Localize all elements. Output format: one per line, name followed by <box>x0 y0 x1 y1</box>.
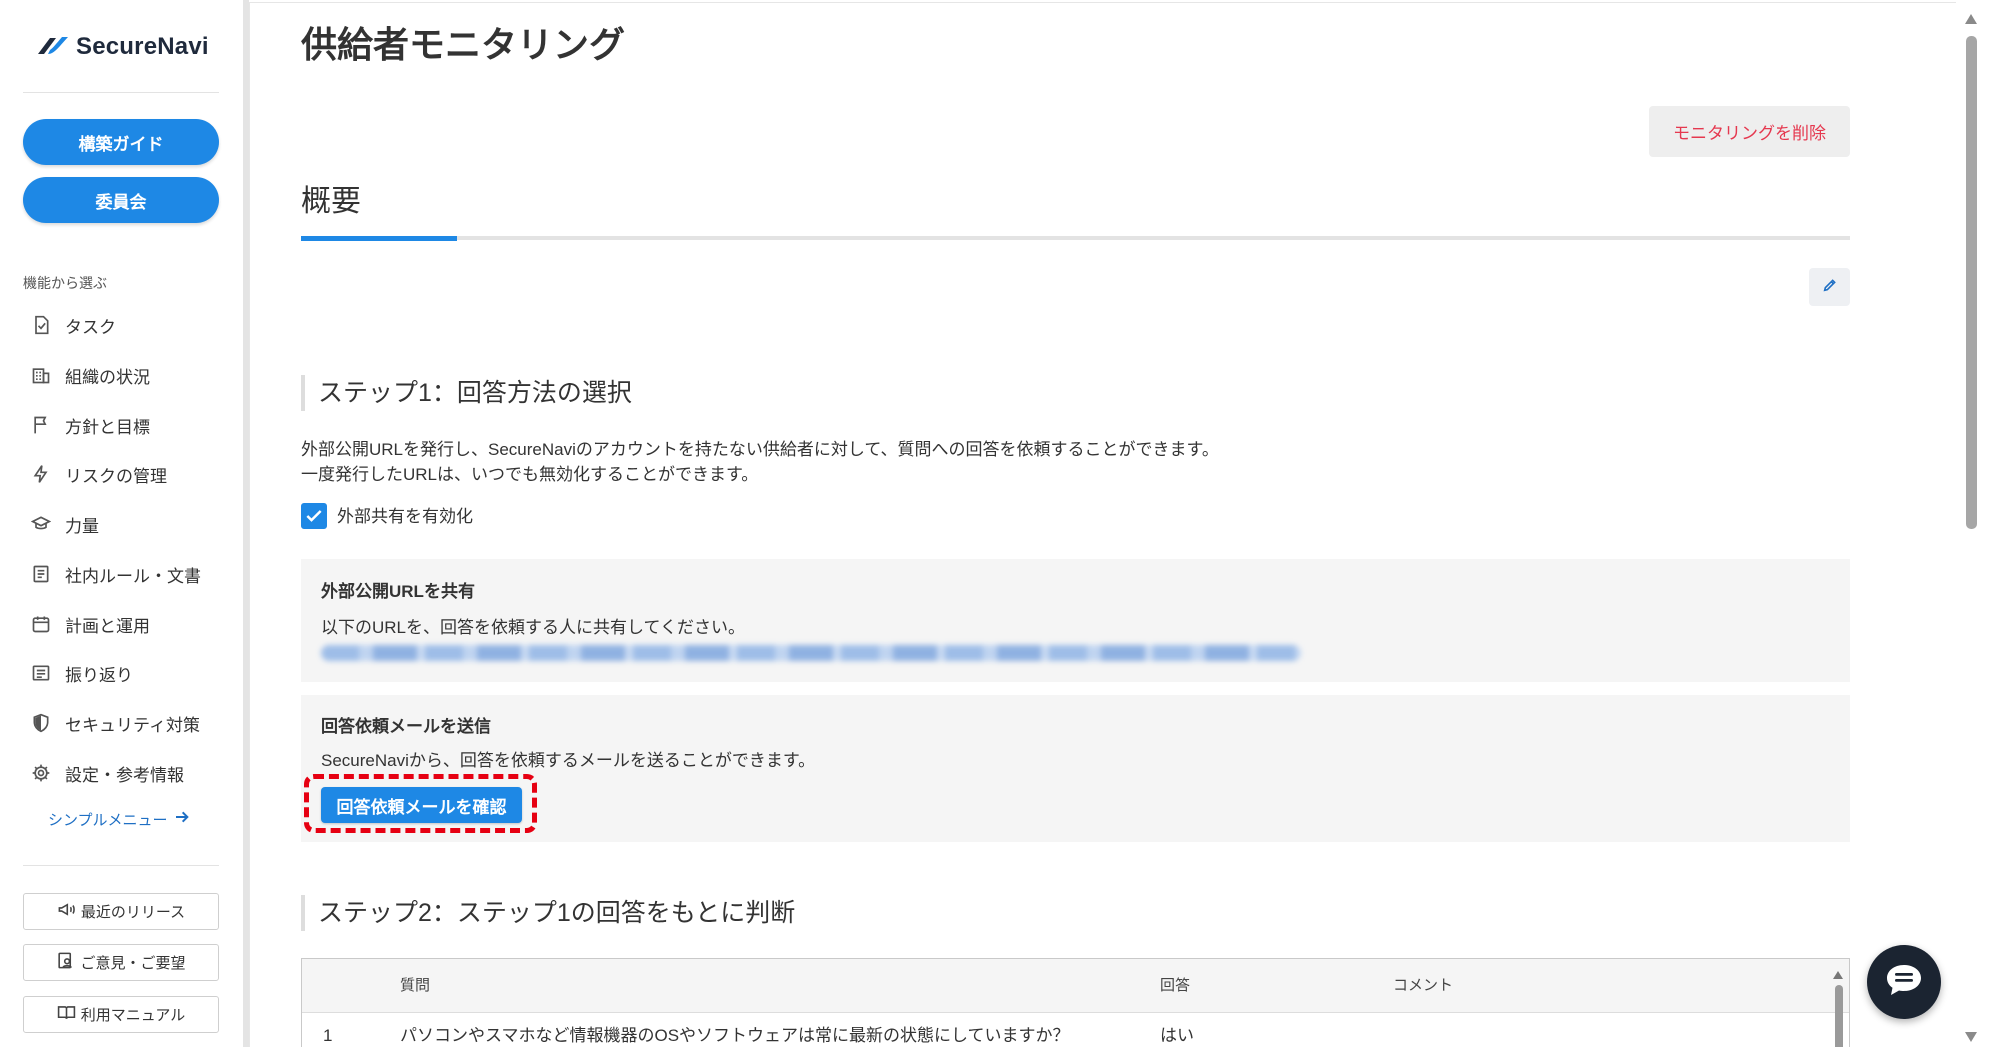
edit-button[interactable] <box>1809 268 1850 306</box>
request-email-title: 回答依頼メールを送信 <box>321 717 491 736</box>
setup-guide-button[interactable]: 構築ガイド <box>23 119 219 165</box>
chat-button[interactable] <box>1867 945 1941 1019</box>
table-scrollbar-thumb[interactable] <box>1835 985 1843 1047</box>
page-scroll-up-icon[interactable] <box>1964 12 1978 24</box>
share-url-box: 外部公開URLを共有 以下のURLを、回答を依頼する人に共有してください。 <box>301 559 1850 682</box>
sidebar-item-label: 社内ルール・文書 <box>65 566 201 586</box>
simple-menu-link[interactable]: シンプルメニュー <box>48 809 190 829</box>
logo-text: SecureNavi <box>76 33 209 60</box>
sidebar: SecureNavi 構築ガイド 委員会 機能から選ぶ タスク 組織の状況 方針… <box>0 0 243 1047</box>
sidebar-item-competence[interactable]: 力量 <box>23 504 219 544</box>
megaphone-icon <box>57 900 81 923</box>
recent-releases-button[interactable]: 最近のリリース <box>23 893 219 930</box>
building-icon <box>31 365 51 385</box>
gear-icon <box>31 763 51 783</box>
graduation-cap-icon <box>31 514 51 534</box>
sidebar-item-rules[interactable]: 社内ルール・文書 <box>23 554 219 594</box>
section-label: 機能から選ぶ <box>23 275 107 291</box>
user-manual-button[interactable]: 利用マニュアル <box>23 996 219 1033</box>
securenavi-logo-icon <box>36 34 70 61</box>
committee-button[interactable]: 委員会 <box>23 177 219 223</box>
sidebar-item-label: 方針と目標 <box>65 417 150 437</box>
column-header-question: 質問 <box>400 977 431 994</box>
tab-overview[interactable]: 概要 <box>301 184 361 220</box>
page-title: 供給者モニタリング <box>301 24 626 65</box>
list-icon <box>31 663 51 683</box>
sidebar-item-tasks[interactable]: タスク <box>23 305 219 345</box>
step1-heading-bar <box>301 375 305 411</box>
step1-description: 外部公開URLを発行し、SecureNaviのアカウントを持たない供給者に対して… <box>301 437 1219 487</box>
sidebar-item-label: 設定・参考情報 <box>65 765 184 785</box>
shared-url-link-blurred[interactable] <box>321 645 1301 661</box>
share-url-title: 外部公開URLを共有 <box>321 582 475 601</box>
sidebar-item-security[interactable]: セキュリティ対策 <box>23 703 219 743</box>
page-scroll-down-icon[interactable] <box>1964 1030 1978 1042</box>
sidebar-item-label: 振り返り <box>65 665 133 685</box>
row-question: パソコンやスマホなど情報機器のOSやソフトウェアは常に最新の状態にしていますか？ <box>400 1026 1070 1045</box>
step1-heading: ステップ1：回答方法の選択 <box>318 379 632 407</box>
sidebar-item-planning[interactable]: 計画と運用 <box>23 604 219 644</box>
bolt-icon <box>31 464 51 484</box>
shield-icon <box>31 713 51 733</box>
sidebar-item-settings[interactable]: 設定・参考情報 <box>23 753 219 793</box>
sidebar-item-review[interactable]: 振り返り <box>23 653 219 693</box>
sidebar-item-risk[interactable]: リスクの管理 <box>23 454 219 494</box>
enable-sharing-label[interactable]: 外部共有を有効化 <box>337 505 473 529</box>
main-panel <box>249 2 1956 1047</box>
feedback-label: ご意見・ご要望 <box>80 955 186 972</box>
request-email-text: SecureNaviから、回答を依頼するメールを送ることができます。 <box>321 751 816 770</box>
document-icon <box>31 564 51 584</box>
annotation-highlight-outline <box>304 774 537 833</box>
feedback-icon <box>56 951 80 974</box>
feedback-button[interactable]: ご意見・ご要望 <box>23 944 219 981</box>
arrow-right-icon <box>168 809 190 829</box>
step2-heading: ステップ2：ステップ1の回答をもとに判断 <box>318 899 796 927</box>
column-header-answer: 回答 <box>1160 977 1191 994</box>
logo-divider <box>23 92 219 93</box>
calendar-icon <box>31 614 51 634</box>
step1-description-line: 一度発行したURLは、いつでも無効化することができます。 <box>301 465 759 484</box>
sidebar-item-label: セキュリティ対策 <box>65 715 200 735</box>
questions-table: 質問 回答 コメント 1 パソコンやスマホなど情報機器のOSやソフトウェアは常に… <box>301 958 1850 1047</box>
table-scroll-up-icon[interactable] <box>1832 967 1844 979</box>
tab-track <box>301 236 1850 240</box>
table-row[interactable]: 1 パソコンやスマホなど情報機器のOSやソフトウェアは常に最新の状態にしています… <box>302 1013 1849 1047</box>
task-icon <box>31 315 51 335</box>
chat-bubble-icon <box>1884 962 1924 1003</box>
footer-divider <box>23 865 219 866</box>
delete-monitoring-button[interactable]: モニタリングを削除 <box>1649 106 1850 157</box>
user-manual-label: 利用マニュアル <box>80 1007 186 1024</box>
sidebar-item-label: 計画と運用 <box>65 616 150 636</box>
sidebar-item-label: 組織の状況 <box>65 367 150 387</box>
tab-active-indicator <box>301 236 457 241</box>
sidebar-item-label: リスクの管理 <box>65 466 167 486</box>
share-url-text: 以下のURLを、回答を依頼する人に共有してください。 <box>321 618 745 637</box>
pencil-icon <box>1822 277 1838 298</box>
step2-heading-bar <box>301 895 305 931</box>
logo[interactable]: SecureNavi <box>36 33 209 61</box>
row-answer: はい <box>1160 1026 1194 1045</box>
enable-sharing-checkbox[interactable] <box>301 503 327 529</box>
sidebar-item-organization[interactable]: 組織の状況 <box>23 355 219 395</box>
sidebar-item-label: 力量 <box>65 516 99 536</box>
recent-releases-label: 最近のリリース <box>80 904 186 921</box>
page-scrollbar-thumb[interactable] <box>1966 36 1977 529</box>
table-header: 質問 回答 コメント <box>302 959 1849 1013</box>
flag-icon <box>31 415 51 435</box>
column-header-comment: コメント <box>1393 977 1454 994</box>
simple-menu-label: シンプルメニュー <box>48 811 168 829</box>
book-icon <box>57 1003 81 1026</box>
sidebar-item-policy[interactable]: 方針と目標 <box>23 405 219 445</box>
sidebar-item-label: タスク <box>65 317 116 337</box>
step1-description-line: 外部公開URLを発行し、SecureNaviのアカウントを持たない供給者に対して… <box>301 440 1219 459</box>
row-number: 1 <box>323 1026 333 1045</box>
